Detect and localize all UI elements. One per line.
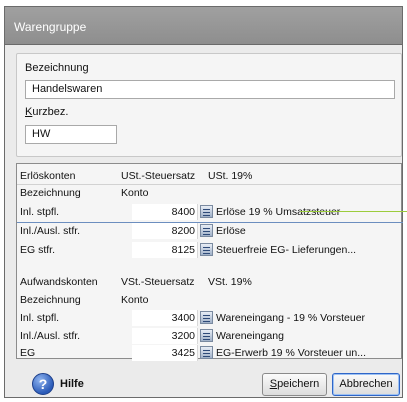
account-lookup-icon[interactable]: [200, 311, 213, 324]
account-lookup-icon[interactable]: [200, 205, 213, 218]
column-header-bezeichnung: Bezeichnung: [20, 294, 81, 306]
save-button[interactable]: Speichern: [262, 373, 327, 396]
kurzbez-input[interactable]: HW: [25, 125, 117, 144]
column-header-konto: Konto: [121, 187, 149, 199]
account-description: Wareneingang: [216, 330, 284, 342]
save-mnemonic: S: [269, 378, 278, 390]
konto-input[interactable]: 3400: [132, 310, 198, 326]
revenue-tax-value[interactable]: USt. 19%: [208, 170, 252, 182]
konto-input[interactable]: 8400: [132, 204, 198, 220]
row-label: EG stfr.: [20, 244, 56, 256]
account-lookup-icon[interactable]: [200, 243, 213, 256]
divider: [17, 184, 401, 185]
column-header-konto: Konto: [121, 294, 149, 306]
help-icon[interactable]: ?: [32, 373, 54, 395]
account-description: Steuerfreie EG- Lieferungen...: [216, 244, 357, 256]
account-lookup-icon[interactable]: [200, 346, 213, 359]
konto-input[interactable]: 3200: [132, 328, 198, 344]
account-description: EG-Erwerb 19 % Vorsteuer un...: [216, 347, 366, 359]
kurzbez-label-rest: urzbez.: [32, 106, 69, 118]
account-lookup-icon[interactable]: [200, 224, 213, 237]
revenue-header-label: Erlöskonten: [20, 170, 76, 182]
name-group: Bezeichnung Handelswaren Kurzbez. HW: [16, 53, 402, 157]
row-label: Inl. stpfl.: [20, 206, 60, 218]
account-description: Wareneingang - 19 % Vorsteuer: [216, 312, 366, 324]
account-description: Erlöse 19 % Umsatzsteuer: [216, 206, 341, 218]
guide-line: [300, 211, 407, 212]
konto-input[interactable]: 8125: [132, 242, 198, 258]
column-header-bezeichnung: Bezeichnung: [20, 187, 81, 199]
row-label: Inl./Ausl. stfr.: [20, 225, 81, 237]
account-lookup-icon[interactable]: [200, 329, 213, 342]
konto-input[interactable]: 3425: [132, 345, 198, 361]
kurzbez-label: Kurzbez.: [25, 106, 68, 118]
title-bar[interactable]: Warengruppe: [5, 7, 402, 45]
dialog-window: Warengruppe Bezeichnung Handelswaren Kur…: [4, 6, 403, 398]
bezeichnung-label: Bezeichnung: [25, 62, 89, 74]
revenue-tax-label: USt.-Steuersatz: [121, 170, 196, 182]
konto-input[interactable]: 8200: [132, 223, 198, 239]
window-title: Warengruppe: [14, 20, 87, 34]
row-label: EG: [20, 347, 36, 359]
bezeichnung-input[interactable]: Handelswaren: [25, 80, 395, 99]
expense-tax-label: VSt.-Steuersatz: [121, 276, 195, 288]
account-description: Erlöse: [216, 225, 246, 237]
save-label-rest: peichern: [277, 378, 320, 390]
row-label: Inl./Ausl. stfr.: [20, 330, 81, 342]
cancel-button[interactable]: Abbrechen: [332, 373, 400, 396]
row-label: Inl. stpfl.: [20, 312, 60, 324]
help-label[interactable]: Hilfe: [60, 378, 84, 390]
expense-tax-value[interactable]: VSt. 19%: [208, 276, 252, 288]
accounts-group: Erlöskonten USt.-Steuersatz USt. 19% Bez…: [16, 163, 403, 361]
expense-header-label: Aufwandskonten: [20, 276, 98, 288]
selected-row-underline: [17, 222, 403, 223]
